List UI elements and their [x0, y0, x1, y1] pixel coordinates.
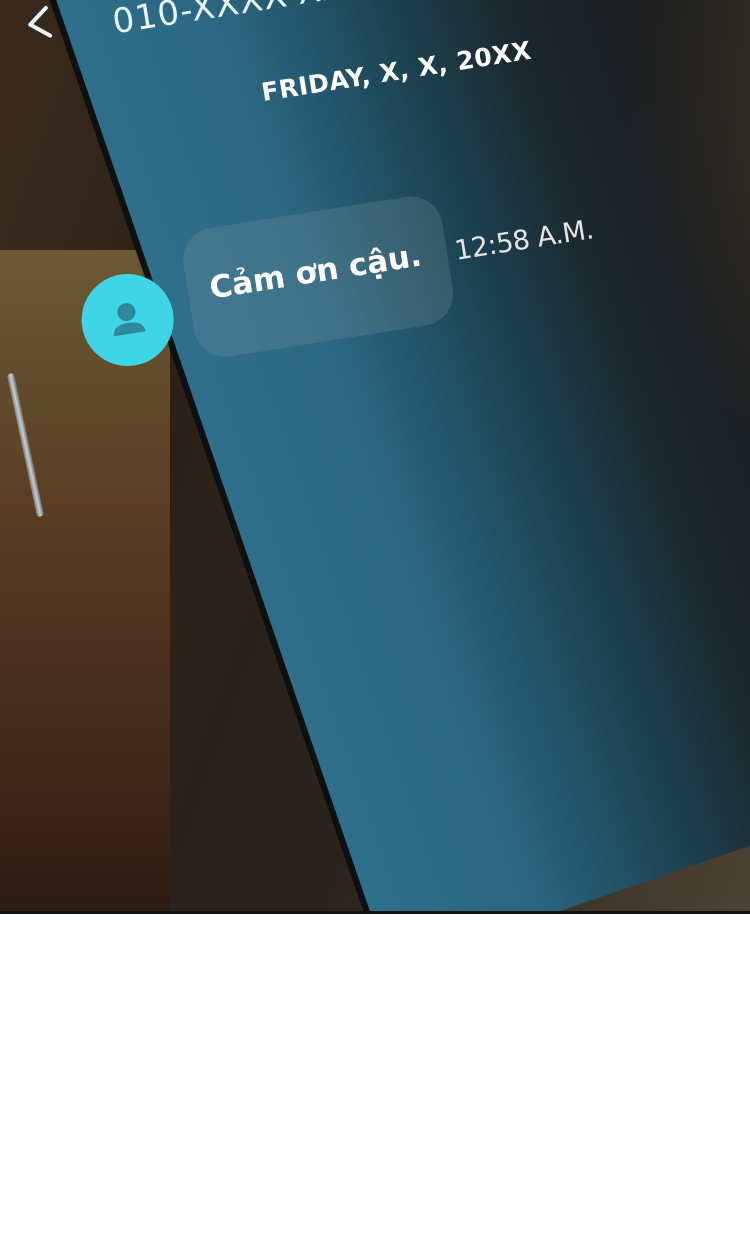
chevron-left-icon[interactable]: [20, 4, 59, 43]
message-text: Cảm ơn cậu.: [206, 237, 425, 307]
panel-border: [0, 911, 750, 914]
message-bubble[interactable]: Cảm ơn cậu.: [178, 191, 458, 362]
person-icon: [113, 303, 146, 337]
page: 010-XXXX-XX FRIDAY, X, X, 20XX Cảm ơn cậ…: [0, 0, 750, 1234]
comic-panel: 010-XXXX-XX FRIDAY, X, X, 20XX Cảm ơn cậ…: [0, 0, 750, 913]
avatar[interactable]: [74, 267, 181, 373]
date-separator: FRIDAY, X, X, 20XX: [259, 35, 534, 108]
contact-number: 010-XXXX-XX: [109, 0, 349, 43]
message-timestamp: 12:58 A.M.: [452, 214, 596, 267]
